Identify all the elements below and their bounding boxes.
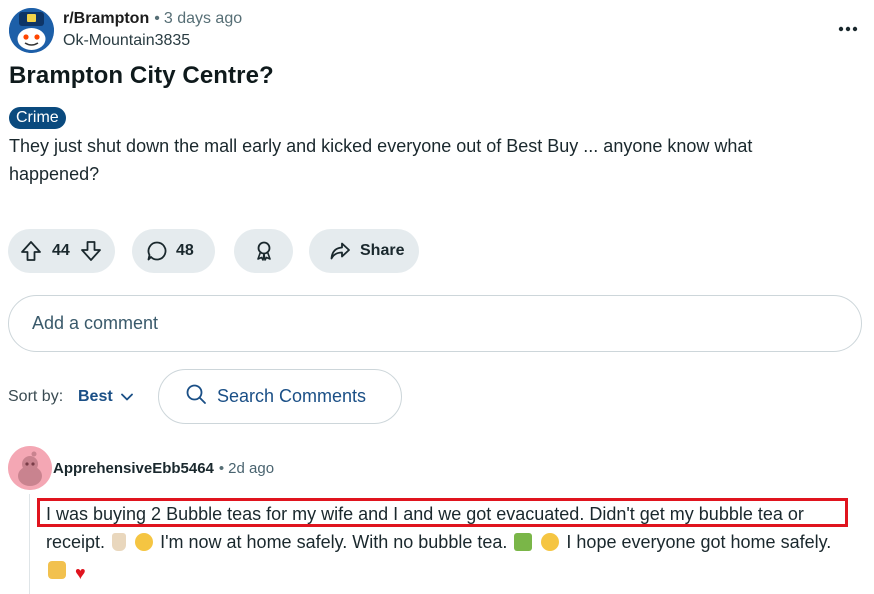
commenter-avatar[interactable]	[8, 446, 52, 490]
post-title[interactable]: Brampton City Centre?	[9, 62, 274, 90]
vote-count: 44	[52, 242, 70, 259]
house-emoji	[514, 533, 533, 551]
search-comments-button[interactable]: Search Comments	[158, 369, 402, 424]
comment-text-3: I hope everyone got home safely.	[566, 532, 832, 552]
post-body: They just shut down the mall early and k…	[9, 136, 753, 184]
subreddit-name[interactable]: r/Brampton	[63, 10, 149, 27]
subreddit-meta: r/Brampton • 3 days ago	[63, 10, 242, 28]
comment-separator: •	[218, 460, 225, 477]
comment-author[interactable]: ApprehensiveEbb5464	[53, 460, 214, 477]
comment-header: ApprehensiveEbb5464 • 2d ago	[8, 446, 608, 490]
upvote-icon[interactable]	[20, 240, 42, 262]
ellipsis-icon[interactable]	[837, 18, 859, 40]
sort-label: Sort by:	[8, 388, 64, 405]
sort-bar: Sort by: Best Search Comments	[8, 369, 508, 424]
comment-text-2: I'm now at home safely. With no bubble t…	[160, 532, 508, 552]
heart-emoji: ♥	[75, 563, 86, 583]
comment-meta: ApprehensiveEbb5464 • 2d ago	[53, 460, 274, 477]
share-label: Share	[360, 242, 405, 259]
flushed-face-emoji	[541, 533, 560, 551]
folded-hands-emoji	[48, 561, 66, 579]
award-icon	[253, 240, 275, 262]
post-time: 3 days ago	[163, 10, 243, 27]
downvote-icon[interactable]	[80, 240, 102, 262]
meta-separator: •	[154, 10, 160, 27]
post-header: r/Brampton • 3 days ago Ok-Mountain3835	[9, 8, 865, 54]
comment-body: I was buying 2 Bubble teas for my wife a…	[46, 500, 846, 584]
search-icon	[185, 383, 207, 410]
comment-time: 2d ago	[228, 460, 275, 477]
sort-dropdown[interactable]: Best	[78, 388, 113, 406]
pensive-face-emoji	[135, 533, 154, 551]
share-icon	[329, 240, 351, 262]
post-author[interactable]: Ok-Mountain3835	[63, 32, 190, 50]
share-button[interactable]: Share	[309, 229, 419, 273]
post-flair[interactable]: Crime	[9, 107, 66, 129]
search-comments-label: Search Comments	[217, 386, 367, 406]
subreddit-avatar[interactable]	[9, 8, 54, 53]
comment-count: 48	[176, 242, 194, 259]
comments-button[interactable]: 48	[132, 229, 215, 273]
vote-control: 44	[8, 229, 115, 273]
bubble-tea-emoji	[112, 533, 127, 551]
chevron-down-icon[interactable]	[120, 390, 134, 404]
thread-line[interactable]	[29, 494, 30, 594]
award-button[interactable]	[234, 229, 293, 273]
add-comment-input[interactable]: Add a comment	[8, 295, 862, 352]
comment-icon	[146, 240, 168, 262]
